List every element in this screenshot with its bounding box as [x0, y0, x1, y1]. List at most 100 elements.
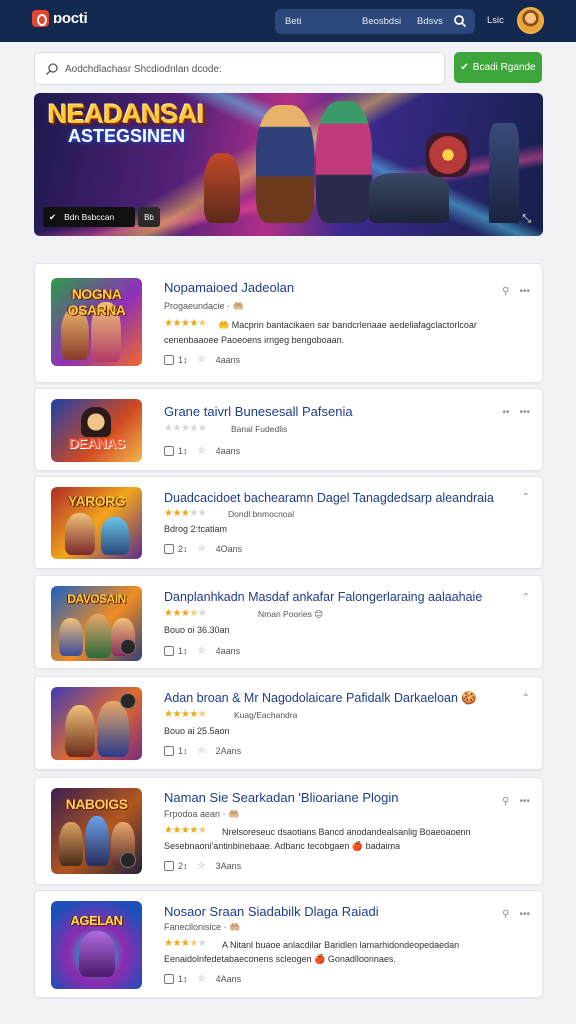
comment-icon [164, 543, 174, 554]
search-button[interactable]: ✔ Bcadi Rgande [454, 52, 542, 83]
nav-bar: Beti Beosbdsi Bdsvs [275, 9, 475, 34]
chevron-up-icon[interactable]: ⌃ [522, 592, 530, 603]
game-title[interactable]: Adan broan & Mr Nagodolaicare Pafidalk D… [164, 691, 477, 706]
chevron-up-icon[interactable]: ⌃ [522, 693, 530, 704]
game-description: A Nitanl buaoe anlacdilar Baridlen lamar… [222, 940, 460, 950]
star-outline-icon[interactable]: ☆ [198, 543, 206, 554]
hero-banner[interactable]: NEADANSAI ASTEGSINEN ✔ Bdn Bsbccan Bb ⤡ [34, 93, 543, 236]
thumb-title: DAVOSAIN [67, 592, 126, 606]
hero-figure-1 [204, 153, 240, 223]
hero-drone [426, 133, 470, 177]
pin-icon[interactable]: ⚲ [502, 909, 509, 920]
game-title[interactable]: Nopamaioed Jadeolan [164, 280, 294, 295]
game-meta: 1↕ ☆ 2Aans [164, 745, 241, 756]
more-icon[interactable]: ••• [519, 909, 530, 920]
nav-link-2[interactable]: Beosbdsi [362, 16, 401, 27]
top-bar: ɒocti Beti Beosbdsi Bdsvs Lsic [0, 0, 576, 42]
game-thumbnail[interactable]: NOGNA OSARNA [51, 278, 142, 366]
thumb-character [59, 822, 83, 866]
game-card-6[interactable]: NABOIGS Naman Sie Searkadan 'Blioariane … [34, 777, 543, 885]
count: 2↕ [178, 860, 188, 871]
more-icon[interactable]: ••• [519, 286, 530, 297]
star-rating: ★★★★★ [164, 608, 207, 619]
thumb-character [81, 407, 111, 437]
card-actions: ⚲ ••• [502, 286, 530, 297]
nav-link-3[interactable]: Bdsvs [417, 16, 443, 27]
thumb-character [85, 816, 109, 866]
game-thumbnail[interactable]: AGELAN [51, 901, 142, 989]
game-description: Nrelsoreseuc dsaotians Bancd anodandeals… [222, 827, 471, 837]
game-subtitle: Fanecllonisice · 🤲🏼 [164, 922, 241, 932]
game-card-3[interactable]: YARORG Duadcacidoet bachearamn Dagel Tan… [34, 476, 543, 569]
dots-icon[interactable]: •• [502, 407, 509, 418]
thumb-character [101, 517, 129, 555]
search-button-label: Bcadi Rgande [472, 62, 536, 73]
check-icon: ✔ [49, 211, 57, 222]
game-card-4[interactable]: DAVOSAIN Danplanhkadn Masdaf ankafar Fal… [34, 575, 543, 669]
search-input[interactable] [65, 57, 295, 81]
card-actions: ⚲ ••• [502, 909, 530, 920]
card-actions: •• ••• [502, 407, 530, 418]
star-rating: ★★★★★ [164, 318, 207, 329]
logo[interactable]: ɒocti [32, 10, 88, 27]
comment-icon [164, 354, 174, 365]
pin-icon[interactable]: ⚲ [502, 286, 509, 297]
game-description: 🤲 Macprin bantacikaen sar bandcrlenaae a… [218, 320, 477, 330]
avatar[interactable] [517, 7, 544, 34]
hero-figure-2 [256, 105, 314, 223]
thumb-character [65, 513, 95, 555]
game-title[interactable]: Danplanhkadn Masdaf ankafar Falongerlara… [164, 590, 482, 604]
top-link[interactable]: Lsic [487, 15, 504, 26]
hero-tower [489, 123, 519, 223]
game-description: Bouo ai 25.5aon [164, 726, 230, 736]
game-title[interactable]: Duadcacidoet bachearamn Dagel Tanagdedsa… [164, 491, 494, 505]
game-title[interactable]: Grane taivrl Bunesesall Pafsenia [164, 404, 353, 419]
game-thumbnail[interactable] [51, 687, 142, 760]
pin-icon[interactable]: ⚲ [502, 796, 509, 807]
star-outline-icon[interactable]: ☆ [198, 645, 206, 656]
star-rating: ★★★★★ [164, 508, 207, 519]
thumb-badge [120, 852, 136, 868]
star-outline-icon[interactable]: ☆ [198, 354, 206, 365]
search-bar [34, 52, 445, 85]
star-outline-icon[interactable]: ☆ [198, 860, 206, 871]
game-thumbnail[interactable]: YARORG [51, 487, 142, 559]
thumb-character [59, 618, 83, 656]
search-icon[interactable] [453, 14, 467, 28]
game-thumbnail[interactable]: DAVOSAIN [51, 586, 142, 661]
count: 1↕ [178, 745, 188, 756]
game-thumbnail[interactable]: NABOIGS [51, 788, 142, 874]
more-icon[interactable]: ••• [519, 407, 530, 418]
comment-icon [164, 745, 174, 756]
size: 3Aans [215, 860, 242, 871]
nav-link-1[interactable]: Beti [285, 16, 301, 27]
rating-note: Dondl bnmocnoal [228, 509, 295, 519]
hero-figure-3 [316, 101, 372, 223]
more-icon[interactable]: ••• [519, 796, 530, 807]
game-title[interactable]: Nosaor Sraan Siadabilk Dlaga Raiadi [164, 904, 379, 919]
game-title[interactable]: Naman Sie Searkadan 'Blioariane Plogin [164, 790, 398, 805]
size: 4Aans [215, 973, 242, 984]
star-outline-icon[interactable]: ☆ [198, 445, 206, 456]
chevron-up-icon[interactable]: ⌃ [522, 492, 530, 503]
game-thumbnail[interactable]: DEANAS [51, 399, 142, 462]
thumb-title: DEANAS [68, 435, 125, 451]
game-card-1[interactable]: NOGNA OSARNA Nopamaioed Jadeolan Progaeu… [34, 263, 543, 383]
banner-tag[interactable]: Bb [138, 207, 160, 227]
thumb-character [97, 701, 129, 757]
expand-icon[interactable]: ⤡ [522, 213, 531, 226]
game-card-7[interactable]: AGELAN Nosaor Sraan Siadabilk Dlaga Raia… [34, 890, 543, 998]
game-meta: 2↕ ☆ 3Aans [164, 860, 241, 871]
game-meta: 1↕ ☆ 4aans [164, 645, 240, 656]
star-outline-icon[interactable]: ☆ [198, 973, 206, 984]
game-description: Bouo oi 36.30an [164, 625, 230, 635]
game-card-5[interactable]: Adan broan & Mr Nagodolaicare Pafidalk D… [34, 676, 543, 770]
game-card-2[interactable]: DEANAS Grane taivrl Bunesesall Pafsenia … [34, 388, 543, 471]
thumb-badge [120, 639, 136, 655]
game-subtitle: Frpodoa aean · 🤲🏼 [164, 809, 240, 819]
banner-play-button[interactable]: ✔ Bdn Bsbccan [43, 207, 135, 227]
card-actions: ⌃ [522, 693, 530, 704]
star-outline-icon[interactable]: ☆ [198, 745, 206, 756]
hero-robot [369, 173, 449, 223]
thumb-title: YARORG [67, 493, 126, 509]
